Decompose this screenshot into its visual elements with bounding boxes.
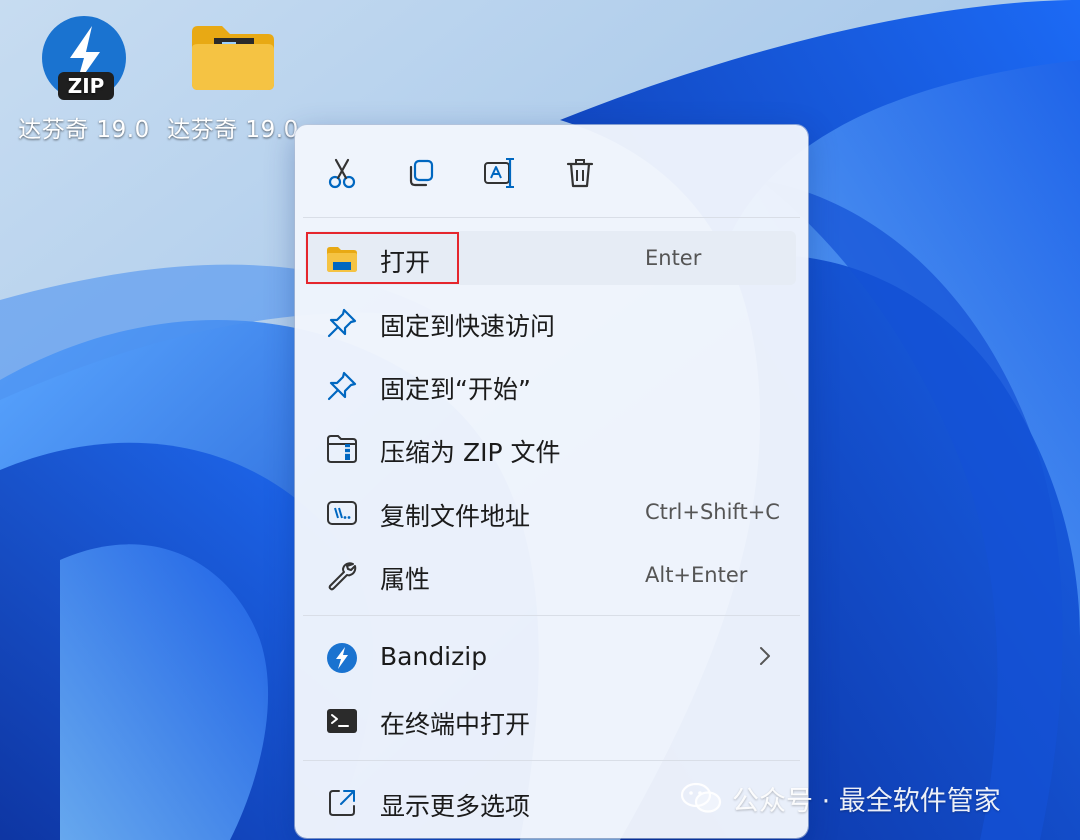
context-menu-toolbar	[295, 125, 808, 217]
cut-button[interactable]	[318, 149, 366, 197]
copy-path-icon	[325, 496, 359, 530]
menu-item-shortcut: Enter	[645, 246, 702, 270]
menu-item-bandizip[interactable]: Bandizip	[305, 630, 796, 684]
menu-item-label: 复制文件地址	[380, 502, 531, 531]
menu-item-open-terminal[interactable]: 在终端中打开	[305, 693, 796, 747]
delete-button[interactable]	[556, 149, 604, 197]
folder-icon	[192, 26, 274, 90]
watermark-text: 公众号 · 最全软件管家	[732, 785, 1001, 817]
desktop-icon-label: 达芬奇 19.0	[167, 117, 299, 143]
menu-item-label: 显示更多选项	[380, 792, 531, 821]
desktop-icon-zip[interactable]: ZIP 达芬奇 19.0	[14, 14, 154, 144]
pin-icon	[325, 306, 359, 340]
rename-button[interactable]	[476, 149, 524, 197]
menu-item-label: 打开	[380, 248, 431, 277]
menu-item-pin-start[interactable]: 固定到“开始”	[305, 358, 796, 412]
delete-icon	[566, 159, 594, 188]
cut-icon	[328, 158, 356, 189]
zip-folder-icon	[325, 432, 359, 466]
menu-item-copy-path[interactable]: 复制文件地址 Ctrl+Shift+C	[305, 485, 796, 539]
chevron-right-icon	[758, 644, 772, 674]
zip-badge-text: ZIP	[68, 74, 105, 98]
copy-icon	[409, 159, 434, 187]
wrench-icon	[325, 559, 359, 593]
more-options-icon	[325, 786, 359, 820]
zip-archive-icon: ZIP	[42, 16, 126, 100]
bandizip-icon	[325, 641, 359, 675]
context-menu: 打开 Enter 固定到快速访问 固定到“开始” 压缩为 ZIP 文件 复制文件…	[295, 125, 808, 838]
desktop-icon-folder[interactable]: 达芬奇 19.0	[163, 14, 303, 144]
menu-item-label: 固定到“开始”	[380, 375, 531, 404]
menu-divider	[303, 217, 800, 218]
menu-item-label: 压缩为 ZIP 文件	[380, 438, 561, 467]
menu-item-label: 属性	[380, 565, 431, 594]
menu-item-properties[interactable]: 属性 Alt+Enter	[305, 548, 796, 602]
watermark: 公众号 · 最全软件管家	[680, 778, 1001, 818]
menu-item-label: 在终端中打开	[380, 710, 531, 739]
copy-button[interactable]	[397, 149, 445, 197]
menu-item-open[interactable]: 打开 Enter	[305, 231, 796, 285]
menu-item-pin-quick-access[interactable]: 固定到快速访问	[305, 295, 796, 349]
menu-item-shortcut: Alt+Enter	[645, 563, 748, 587]
folder-open-icon	[325, 242, 359, 276]
menu-divider	[303, 760, 800, 761]
menu-item-compress-zip[interactable]: 压缩为 ZIP 文件	[305, 421, 796, 475]
pin-icon	[325, 369, 359, 403]
terminal-icon	[325, 704, 359, 738]
wechat-icon	[680, 782, 722, 813]
menu-item-label: Bandizip	[380, 642, 488, 671]
desktop-icon-label: 达芬奇 19.0	[18, 117, 150, 143]
menu-divider	[303, 615, 800, 616]
menu-item-label: 固定到快速访问	[380, 312, 556, 341]
rename-icon	[484, 158, 514, 188]
menu-item-shortcut: Ctrl+Shift+C	[645, 500, 780, 524]
